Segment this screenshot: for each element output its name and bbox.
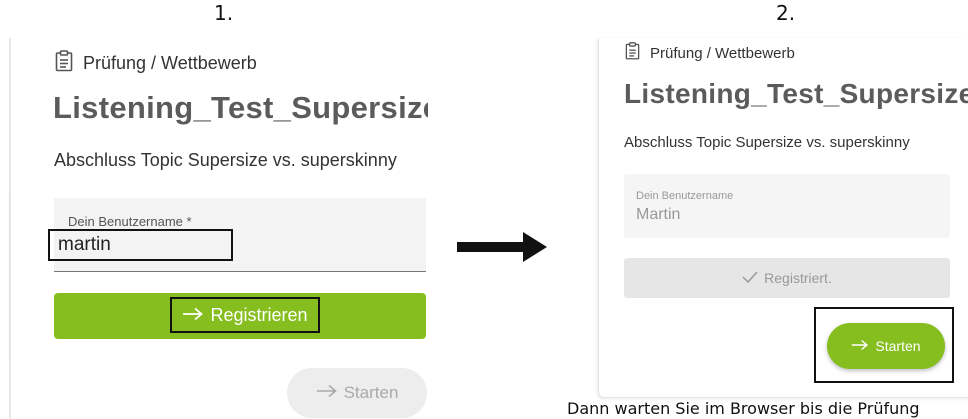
start-label: Starten	[343, 383, 399, 402]
register-highlight-box: Registrieren	[170, 297, 320, 333]
arrow-right-icon	[851, 338, 869, 354]
step-number-1: 1.	[214, 1, 234, 25]
start-label: Starten	[875, 338, 921, 354]
page-subtitle: Abschluss Topic Supersize vs. superskinn…	[624, 134, 910, 151]
clipboard-icon	[625, 42, 640, 65]
username-label: Dein Benutzername *	[68, 214, 192, 229]
header-label: Prüfung / Wettbewerb	[650, 45, 795, 62]
check-icon	[742, 270, 758, 286]
arrow-right-icon	[182, 305, 204, 326]
registered-status-button: Registriert.	[624, 258, 950, 298]
start-button[interactable]: Starten	[287, 368, 427, 418]
username-input[interactable]	[48, 229, 233, 261]
left-edge-stub	[9, 190, 13, 360]
registered-label: Registriert.	[764, 270, 832, 286]
username-field-readonly: Dein Benutzername Martin	[624, 174, 950, 238]
username-label: Dein Benutzername	[636, 190, 734, 202]
page-title: Listening_Test_Supersize_vs._Superskinny	[53, 90, 428, 126]
username-value: Martin	[636, 206, 681, 223]
start-button[interactable]: Starten	[827, 323, 945, 369]
page-title-text: Listening_Test_Supersize_vs._Superskinny	[53, 90, 428, 125]
username-field[interactable]: Dein Benutzername *	[48, 198, 426, 272]
caption-text: Dann warten Sie im Browser bis die Prüfu…	[567, 399, 920, 418]
section-header: Prüfung / Wettbewerb	[55, 50, 257, 77]
step-number-2: 2.	[776, 1, 796, 25]
page-title: Listening_Test_Supersize_vs._Superskinny	[624, 78, 968, 110]
page-subtitle: Abschluss Topic Supersize vs. superskinn…	[54, 150, 397, 170]
arrow-right-icon	[316, 383, 338, 403]
header-label: Prüfung / Wettbewerb	[83, 53, 257, 73]
page-title-text: Listening_Test_Supersize_vs._Superskinny	[624, 78, 968, 109]
clipboard-icon	[55, 50, 73, 77]
arrow-right-icon	[457, 232, 547, 267]
register-label: Registrieren	[210, 304, 308, 325]
section-header: Prüfung / Wettbewerb	[625, 42, 795, 65]
register-button[interactable]: Registrieren	[54, 293, 426, 339]
